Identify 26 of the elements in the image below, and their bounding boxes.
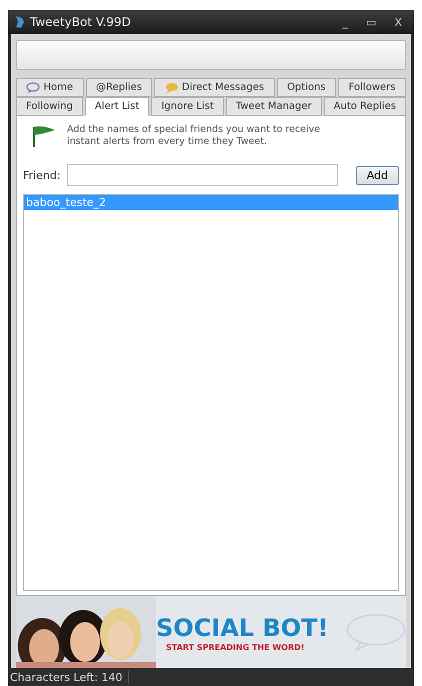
- speech-bubble-icon: [26, 82, 40, 93]
- banner-tagline: START SPREADING THE WORD!: [165, 642, 304, 652]
- flag-icon: [31, 124, 57, 148]
- add-button[interactable]: Add: [356, 166, 399, 184]
- tab[interactable]: Following: [16, 97, 83, 116]
- tab[interactable]: Options: [276, 78, 336, 97]
- window-control-button[interactable]: X: [388, 16, 408, 28]
- window-control-button[interactable]: ▭: [360, 16, 382, 28]
- tab[interactable]: Direct Messages: [154, 78, 275, 97]
- tab[interactable]: Auto Replies: [324, 97, 406, 116]
- friend-input-field[interactable]: [66, 164, 338, 186]
- tab[interactable]: Ignore List: [151, 97, 224, 116]
- tab[interactable]: Followers: [338, 78, 406, 97]
- tweet-input-field[interactable]: [16, 40, 406, 70]
- friend-label: Friend:: [23, 168, 61, 182]
- banner-headline: SOCIAL BOT!: [156, 612, 328, 642]
- window-title: TweetyBot V.99D: [30, 15, 132, 29]
- speech-bubble-icon: [164, 82, 179, 93]
- tab[interactable]: @Replies: [86, 78, 152, 97]
- tab[interactable]: Tweet Manager: [226, 97, 322, 116]
- description-text: Add the names of special friends you want to receive instant alerts from every time they Tweet.: [67, 124, 322, 148]
- window-control-button[interactable]: _: [336, 16, 354, 28]
- status-text: Characters Left: 140: [10, 670, 130, 684]
- speech-bubble-icon: [346, 612, 406, 652]
- tab[interactable]: Alert List: [84, 97, 150, 116]
- tab[interactable]: Home: [16, 78, 84, 97]
